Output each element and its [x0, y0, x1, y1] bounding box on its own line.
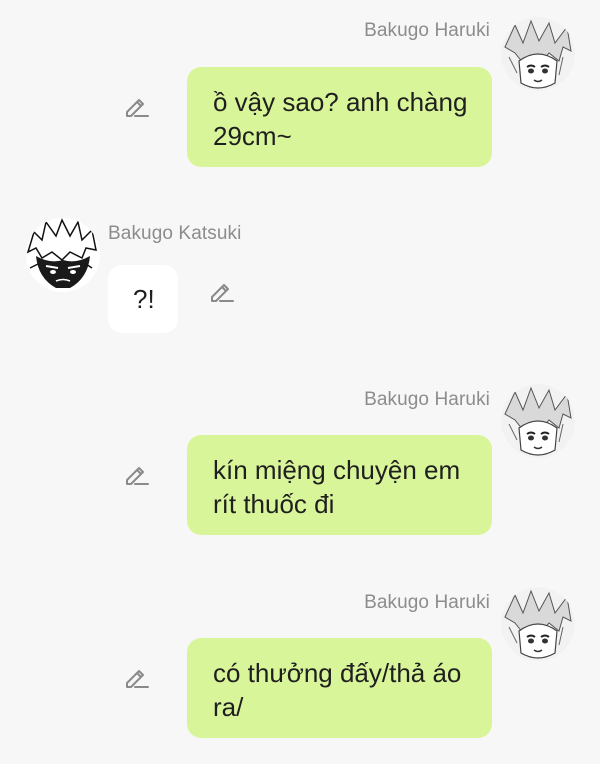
avatar[interactable] [501, 587, 575, 661]
avatar[interactable] [501, 17, 575, 91]
pencil-edit-icon [126, 670, 149, 688]
edit-button[interactable] [122, 91, 152, 121]
sender-name: Bakugo Katsuki [108, 223, 242, 244]
edit-button[interactable] [122, 459, 152, 489]
avatar[interactable] [501, 384, 575, 458]
message-bubble[interactable]: ồ vậy sao? anh chàng 29cm~ [187, 67, 492, 167]
message-bubble[interactable]: có thưởng đấy/thả áo ra/ [187, 638, 492, 738]
pencil-edit-icon [126, 99, 149, 117]
manga-avatar-icon [26, 218, 100, 292]
edit-button[interactable] [122, 662, 152, 692]
pencil-edit-icon [211, 284, 234, 302]
manga-avatar-icon [501, 384, 575, 458]
pencil-edit-icon [126, 467, 149, 485]
manga-avatar-icon [501, 587, 575, 661]
manga-avatar-icon [501, 17, 575, 91]
sender-name: Bakugo Haruki [364, 20, 490, 41]
sender-name: Bakugo Haruki [364, 592, 490, 613]
sender-name: Bakugo Haruki [364, 389, 490, 410]
message-bubble[interactable]: kín miệng chuyện em rít thuốc đi [187, 435, 492, 535]
avatar[interactable] [26, 218, 100, 292]
message-bubble[interactable]: ?! [108, 265, 178, 333]
edit-button[interactable] [207, 276, 237, 306]
